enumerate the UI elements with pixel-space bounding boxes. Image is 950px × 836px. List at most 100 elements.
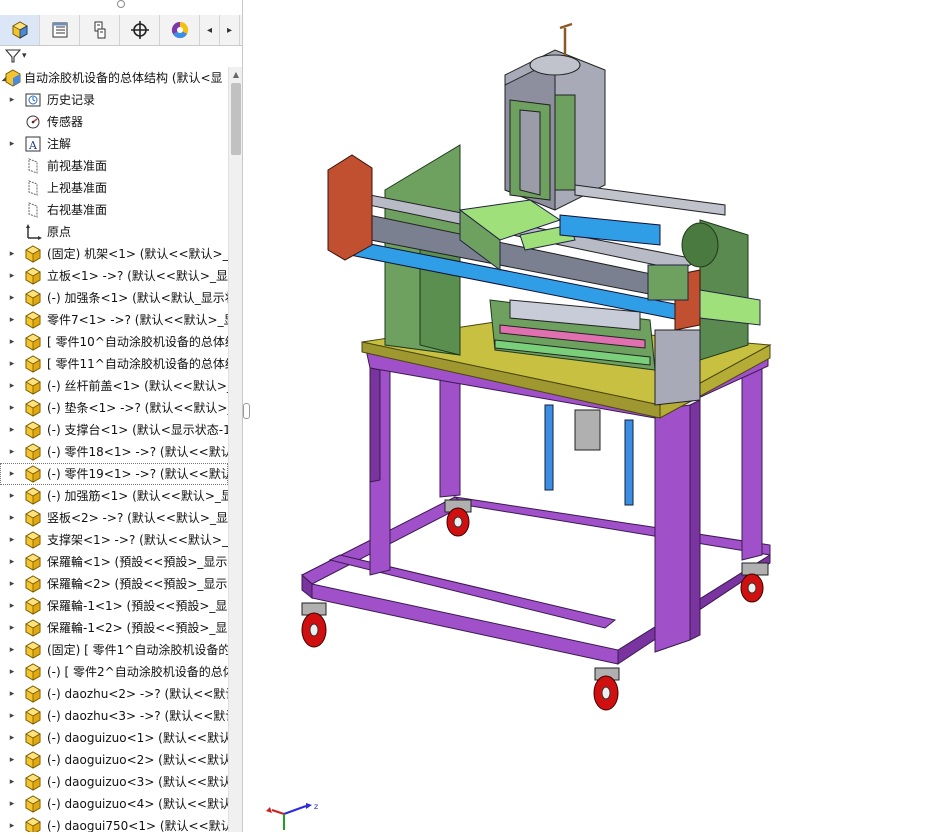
tree-item-label: (-) 零件18<1> ->? (默认<<默认 <box>47 445 228 459</box>
part-icon <box>24 245 42 263</box>
tree-item-label: 保羅輪-1<1> (預設<<預設>_显示 <box>47 599 228 613</box>
feature-manager-tab[interactable] <box>0 15 40 45</box>
expand-arrow-icon[interactable]: ▸ <box>7 771 17 793</box>
scroll-thumb[interactable] <box>231 83 241 155</box>
tree-item[interactable]: ▸ (-) 加强条<1> (默认<默认_显示状 <box>0 287 228 309</box>
tree-item[interactable]: ▸ 立板<1> ->? (默认<<默认>_显示 <box>0 265 228 287</box>
tree-item[interactable]: ▸ (-) daoguizuo<1> (默认<<默认 <box>0 727 228 749</box>
tree-item[interactable]: ▸ (-) daogui750<1> (默认<<默认 <box>0 815 228 832</box>
expand-arrow-icon[interactable]: ▸ <box>7 705 17 727</box>
tree-item[interactable]: ▸ 支撑架<1> ->? (默认<<默认>_显 <box>0 529 228 551</box>
expand-arrow-icon[interactable]: ▸ <box>7 573 17 595</box>
expand-arrow-icon[interactable]: ▸ <box>7 463 17 485</box>
expand-arrow-icon[interactable]: ▸ <box>7 287 17 309</box>
expand-arrow-icon[interactable]: ▸ <box>7 529 17 551</box>
tree-item[interactable]: 传感器 <box>0 111 228 133</box>
panel-grip[interactable] <box>116 0 125 8</box>
tree-item[interactable]: ▸ (-) daozhu<3> ->? (默认<<默认 <box>0 705 228 727</box>
tree-item[interactable]: ▸ 保羅輪-1<2> (預設<<預設>_显示 <box>0 617 228 639</box>
part-icon <box>24 795 42 813</box>
filter-dropdown-icon[interactable]: ▾ <box>22 51 27 61</box>
tree-item-label: 传感器 <box>47 115 84 129</box>
graphics-viewport[interactable]: z <box>250 0 950 832</box>
dimxpert-manager-tab[interactable] <box>120 15 160 45</box>
tree-item[interactable]: ▸ (-) daoguizuo<2> (默认<<默认 <box>0 749 228 771</box>
expand-arrow-icon[interactable]: ▸ <box>7 639 17 661</box>
tree-item[interactable]: ▸ (-) daoguizuo<3> (默认<<默认 <box>0 771 228 793</box>
tabs-scroll-right-button[interactable]: ▸ <box>220 15 240 45</box>
tree-item[interactable]: 右视基准面 <box>0 199 228 221</box>
view-triad[interactable]: z <box>262 796 332 832</box>
tree-item[interactable]: ▸ (-) [ 零件2^自动涂胶机设备的总体 <box>0 661 228 683</box>
expand-arrow-icon[interactable]: ▸ <box>7 375 17 397</box>
guide-rod-left <box>544 404 554 491</box>
tree-item[interactable]: ▸ A 注解 <box>0 133 228 155</box>
property-manager-tab[interactable] <box>40 15 80 45</box>
configuration-icon <box>94 21 105 39</box>
tree-root-label: 自动涂胶机设备的总体结构 (默认<显 <box>24 71 223 85</box>
expand-arrow-icon[interactable]: ▸ <box>7 793 17 815</box>
tree-item[interactable]: ▸ (-) 丝杆前盖<1> (默认<<默认>_ <box>0 375 228 397</box>
expand-arrow-icon[interactable]: ▸ <box>7 133 17 155</box>
plane-icon <box>24 179 42 197</box>
tree-filter[interactable]: ▾ <box>0 45 242 67</box>
expand-arrow-icon[interactable]: ▸ <box>7 595 17 617</box>
tree-item[interactable]: ▸ [ 零件10^自动涂胶机设备的总体结 <box>0 331 228 353</box>
expand-arrow-icon[interactable]: ▸ <box>7 551 17 573</box>
expand-arrow-icon[interactable]: ▸ <box>7 507 17 529</box>
tree-item[interactable]: ▸ (固定) [ 零件1^自动涂胶机设备的 <box>0 639 228 661</box>
expand-arrow-icon[interactable]: ▸ <box>7 419 17 441</box>
tree-item[interactable]: ▸ (固定) 机架<1> (默认<<默认>_显 <box>0 243 228 265</box>
expand-arrow-icon[interactable]: ▸ <box>7 89 17 111</box>
expand-arrow-icon[interactable]: ▸ <box>7 727 17 749</box>
expand-arrow-icon[interactable]: ▸ <box>7 485 17 507</box>
tree-item[interactable]: ▸ (-) 垫条<1> ->? (默认<<默认>_ <box>0 397 228 419</box>
tree-item[interactable]: ▸ 零件7<1> ->? (默认<<默认>_显 <box>0 309 228 331</box>
feature-tree: ◢ 自动涂胶机设备的总体结构 (默认<显 ▸ 历史记录传感器 ▸ A 注解 前视基准面 上视… <box>0 67 228 832</box>
tree-item[interactable]: ▸ 竖板<2> ->? (默认<<默认>_显示 <box>0 507 228 529</box>
expand-arrow-icon[interactable]: ▸ <box>7 441 17 463</box>
tree-item[interactable]: ▸ (-) 支撑台<1> (默认<显示状态-1 <box>0 419 228 441</box>
scroll-up-arrow-icon[interactable]: ▲ <box>229 67 242 81</box>
tree-item[interactable]: ▸ 历史记录 <box>0 89 228 111</box>
expand-arrow-icon[interactable]: ▸ <box>7 661 17 683</box>
assembly-icon <box>11 21 28 39</box>
part-icon <box>24 443 42 461</box>
expand-arrow-icon[interactable]: ▸ <box>7 353 17 375</box>
display-manager-tab[interactable] <box>160 15 200 45</box>
tree-item[interactable]: ▸ [ 零件11^自动涂胶机设备的总体结 <box>0 353 228 375</box>
tree-item[interactable]: ▸ 保羅輪<2> (預設<<預設>_显示状 <box>0 573 228 595</box>
expand-arrow-icon[interactable]: ▸ <box>7 683 17 705</box>
panel-splitter-handle[interactable] <box>242 395 250 425</box>
part-icon <box>24 575 42 593</box>
tree-item[interactable]: 原点 <box>0 221 228 243</box>
tree-item[interactable]: ▸ (-) 零件19<1> ->? (默认<<默认 <box>0 463 228 485</box>
tree-item[interactable]: ▸ 保羅輪-1<1> (預設<<預設>_显示 <box>0 595 228 617</box>
tree-item-label: 保羅輪<1> (預設<<預設>_显示状 <box>47 555 228 569</box>
tabs-scroll-left-button[interactable]: ◂ <box>200 15 220 45</box>
tree-scrollbar[interactable]: ▲ <box>228 67 242 832</box>
tree-item-label: (-) 加强筋<1> (默认<<默认>_显 <box>47 489 228 503</box>
tree-root-assembly[interactable]: ◢ 自动涂胶机设备的总体结构 (默认<显 <box>0 67 228 89</box>
machine-3d-model[interactable] <box>250 0 950 832</box>
tree-item[interactable]: 前视基准面 <box>0 155 228 177</box>
tree-item[interactable]: 上视基准面 <box>0 177 228 199</box>
tree-item[interactable]: ▸ (-) 零件18<1> ->? (默认<<默认 <box>0 441 228 463</box>
tree-item-label: 原点 <box>47 225 72 239</box>
tree-item[interactable]: ▸ (-) 加强筋<1> (默认<<默认>_显 <box>0 485 228 507</box>
expand-arrow-icon[interactable]: ▸ <box>7 265 17 287</box>
configuration-manager-tab[interactable] <box>80 15 120 45</box>
expand-arrow-icon[interactable]: ▸ <box>7 397 17 419</box>
expand-arrow-icon[interactable]: ▸ <box>7 815 17 832</box>
tree-item[interactable]: ▸ (-) daozhu<2> ->? (默认<<默认 <box>0 683 228 705</box>
tree-item-label: (-) daoguizuo<2> (默认<<默认 <box>47 753 228 767</box>
expand-arrow-icon[interactable]: ▸ <box>7 749 17 771</box>
air-cylinder <box>574 409 601 451</box>
expand-arrow-icon[interactable]: ▸ <box>7 617 17 639</box>
expand-arrow-icon[interactable]: ▸ <box>7 331 17 353</box>
expand-arrow-icon[interactable]: ▸ <box>7 243 17 265</box>
tree-item[interactable]: ▸ (-) daoguizuo<4> (默认<<默认 <box>0 793 228 815</box>
expand-arrow-icon[interactable]: ▸ <box>7 309 17 331</box>
tree-item[interactable]: ▸ 保羅輪<1> (預設<<預設>_显示状 <box>0 551 228 573</box>
color-wheel-icon <box>171 21 188 39</box>
